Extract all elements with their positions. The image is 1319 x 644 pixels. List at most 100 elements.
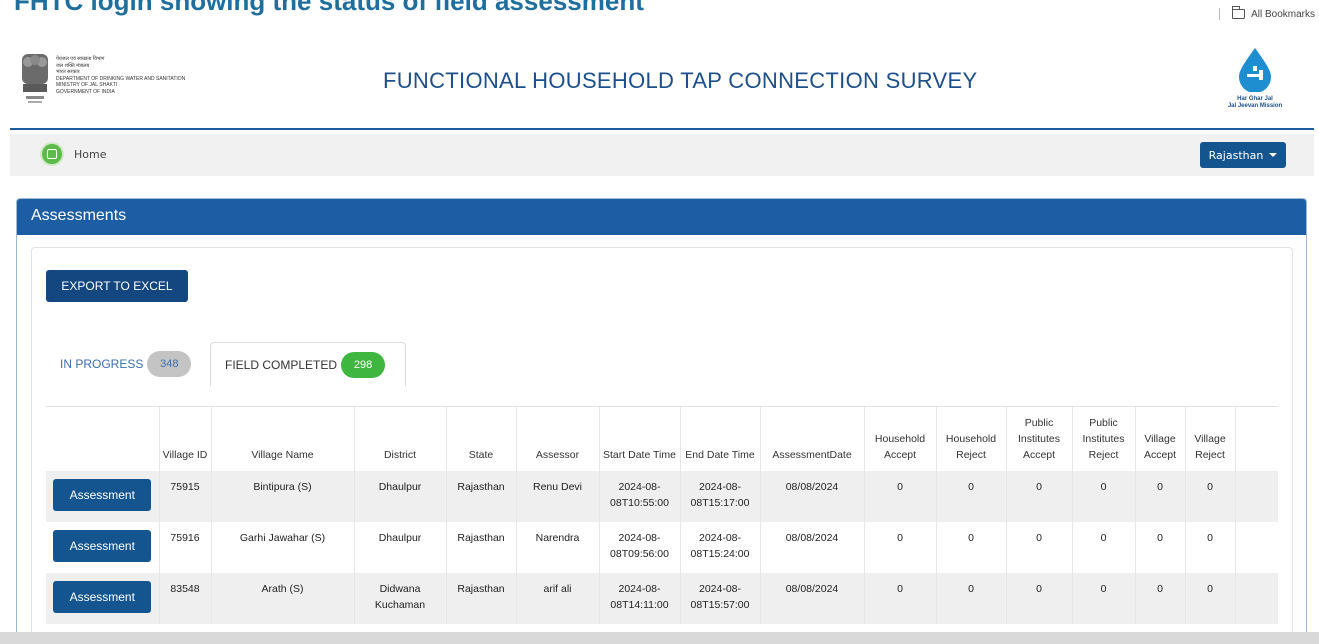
bookmarks-bar[interactable]: All Bookmarks [1219, 6, 1315, 20]
tab-label: FIELD COMPLETED [225, 357, 338, 372]
ministry-text: पेयजल एवं स्वच्छता विभाग जल शक्ति मंत्रा… [56, 56, 185, 95]
column-header [1235, 407, 1278, 471]
jal-jeevan-mission-logo: Har Ghar Jal Jal Jeevan Mission [1212, 46, 1298, 122]
public-institutes-accept-cell: 0 [1006, 573, 1073, 624]
column-header: Village Name [211, 407, 355, 471]
column-header: District [354, 407, 447, 471]
district-cell: Dhaulpur [354, 522, 447, 573]
public-institutes-reject-cell: 0 [1072, 573, 1136, 624]
start-time-cell: 2024-08-08T14:11:00 [599, 573, 681, 624]
column-header: Public Institutes Reject [1072, 407, 1136, 471]
state-cell: Rajasthan [446, 573, 517, 624]
banner-title: FHTC login showing the status of field a… [14, 0, 644, 16]
assessments-table-container[interactable]: Village ID Village Name District State A… [46, 406, 1278, 643]
page-title: FUNCTIONAL HOUSEHOLD TAP CONNECTION SURV… [383, 68, 978, 93]
bookmarks-label[interactable]: All Bookmarks [1251, 9, 1315, 20]
status-tabs: IN PROGRESS 348 FIELD COMPLETED 298 [46, 342, 1278, 386]
site-header: पेयजल एवं स्वच्छता विभाग जल शक्ति मंत्रा… [10, 38, 1314, 130]
assessment-button[interactable]: Assessment [53, 530, 152, 562]
assessor-cell: Narendra [516, 522, 600, 573]
column-header [46, 407, 160, 471]
tab-field-completed[interactable]: FIELD COMPLETED 298 [210, 342, 406, 386]
district-cell: Didwana Kuchaman [354, 573, 447, 624]
count-badge: 298 [341, 351, 386, 378]
national-emblem-logo [22, 54, 48, 103]
household-reject-cell: 0 [936, 522, 1007, 573]
assessor-cell: arif ali [516, 573, 600, 624]
district-cell: Dhaulpur [354, 471, 447, 522]
empty-cell [1235, 471, 1278, 522]
empty-cell [1235, 522, 1278, 573]
village-name-cell: Arath (S) [211, 573, 355, 624]
village-reject-cell: 0 [1185, 522, 1236, 573]
village-name-cell: Garhi Jawahar (S) [211, 522, 355, 573]
end-time-cell: 2024-08-08T15:57:00 [680, 573, 761, 624]
village-reject-cell: 0 [1185, 471, 1236, 522]
state-cell: Rajasthan [446, 471, 517, 522]
assessments-table: Village ID Village Name District State A… [46, 407, 1278, 624]
state-dropdown-label: Rajasthan [1208, 148, 1264, 162]
village-accept-cell: 0 [1135, 573, 1186, 624]
state-cell: Rajasthan [446, 522, 517, 573]
public-institutes-accept-cell: 0 [1006, 471, 1073, 522]
column-header: Public Institutes Accept [1006, 407, 1073, 471]
bookmarks-separator [1219, 8, 1221, 20]
table-header-row: Village ID Village Name District State A… [46, 407, 1278, 471]
assessment-date-cell: 08/08/2024 [760, 573, 865, 624]
assessment-date-cell: 08/08/2024 [760, 522, 865, 573]
cut-off-page-banner: FHTC login showing the status of field a… [0, 0, 1319, 16]
logo-line-1: Har Ghar Jal [1237, 96, 1273, 102]
village-reject-cell: 0 [1185, 573, 1236, 624]
assessor-cell: Renu Devi [516, 471, 600, 522]
home-icon[interactable] [40, 142, 64, 166]
village-name-cell: Bintipura (S) [211, 471, 355, 522]
household-accept-cell: 0 [864, 573, 937, 624]
ministry-line: GOVERNMENT OF INDIA [56, 88, 115, 95]
empty-cell [1235, 573, 1278, 624]
public-institutes-accept-cell: 0 [1006, 522, 1073, 573]
table-row: Assessment 83548 Arath (S) Didwana Kucha… [46, 573, 1278, 624]
household-reject-cell: 0 [936, 471, 1007, 522]
end-time-cell: 2024-08-08T15:17:00 [680, 471, 761, 522]
panel-title: Assessments [17, 199, 1306, 235]
count-badge: 348 [147, 351, 192, 377]
column-header: Household Reject [936, 407, 1007, 471]
panel-body: EXPORT TO EXCEL IN PROGRESS 348 FIELD CO… [31, 247, 1293, 643]
public-institutes-reject-cell: 0 [1072, 471, 1136, 522]
table-row: Assessment 75915 Bintipura (S) Dhaulpur … [46, 471, 1278, 522]
village-id-cell: 75916 [159, 522, 212, 573]
home-link[interactable]: Home [74, 148, 106, 161]
start-time-cell: 2024-08-08T09:56:00 [599, 522, 681, 573]
state-dropdown[interactable]: Rajasthan [1200, 142, 1286, 168]
household-accept-cell: 0 [864, 522, 937, 573]
caret-down-icon [1269, 153, 1278, 157]
tab-in-progress[interactable]: IN PROGRESS 348 [46, 342, 205, 386]
village-accept-cell: 0 [1135, 522, 1186, 573]
column-header: State [446, 407, 517, 471]
tab-label: IN PROGRESS [60, 357, 144, 371]
column-header: End Date Time [680, 407, 761, 471]
village-accept-cell: 0 [1135, 471, 1186, 522]
folder-icon [1231, 6, 1246, 19]
os-taskbar [0, 632, 1319, 644]
logo-line-2: Jal Jeevan Mission [1227, 103, 1283, 109]
public-institutes-reject-cell: 0 [1072, 522, 1136, 573]
column-header: Village Accept [1135, 407, 1186, 471]
table-row: Assessment 75916 Garhi Jawahar (S) Dhaul… [46, 522, 1278, 573]
column-header: AssessmentDate [760, 407, 865, 471]
assessments-panel: Assessments EXPORT TO EXCEL IN PROGRESS … [16, 198, 1307, 644]
column-header: Start Date Time [599, 407, 681, 471]
column-header: Assessor [516, 407, 600, 471]
village-id-cell: 83548 [159, 573, 212, 624]
village-id-cell: 75915 [159, 471, 212, 522]
column-header: Village ID [159, 407, 212, 471]
navbar: Home Rajasthan [10, 134, 1314, 176]
assessment-button[interactable]: Assessment [53, 581, 152, 613]
assessment-button[interactable]: Assessment [53, 479, 152, 511]
assessment-date-cell: 08/08/2024 [760, 471, 865, 522]
column-header: Household Accept [864, 407, 937, 471]
start-time-cell: 2024-08-08T10:55:00 [599, 471, 681, 522]
export-to-excel-button[interactable]: EXPORT TO EXCEL [46, 270, 188, 302]
end-time-cell: 2024-08-08T15:24:00 [680, 522, 761, 573]
column-header: Village Reject [1185, 407, 1236, 471]
